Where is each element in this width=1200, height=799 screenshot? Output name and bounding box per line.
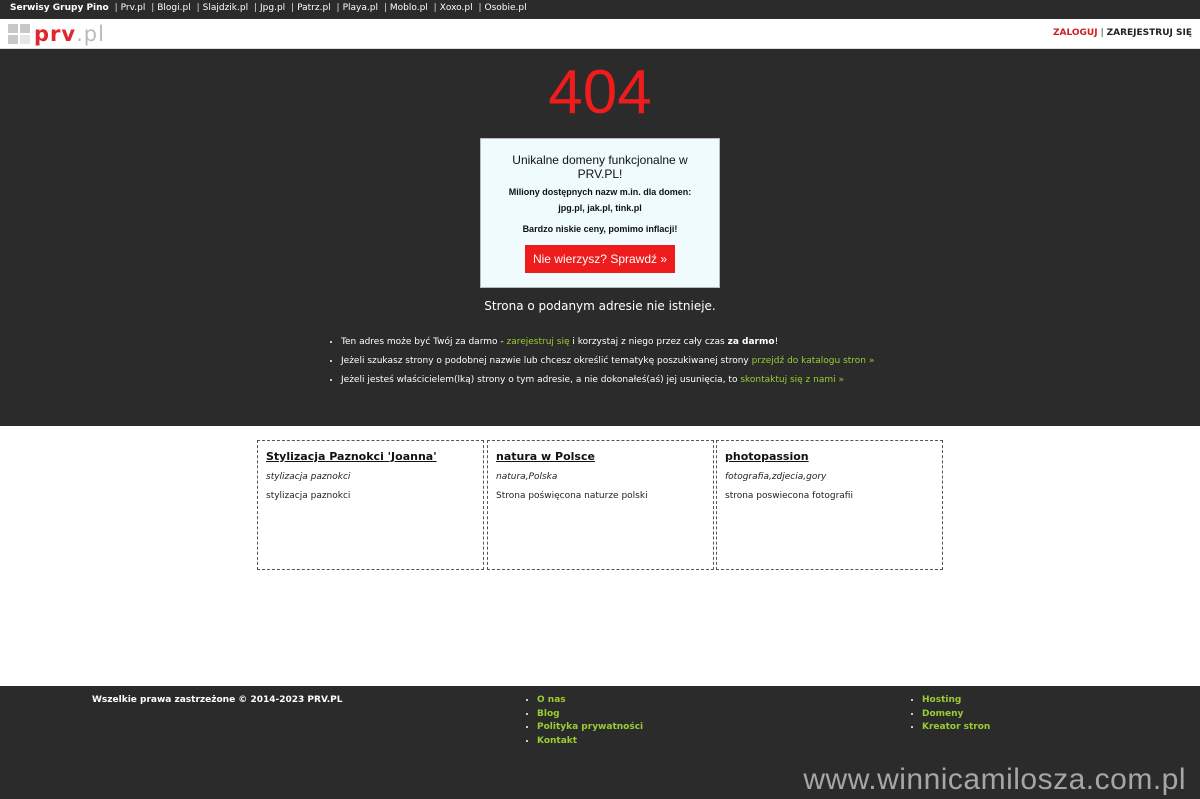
site-card-description: Strona poświęcona naturze polski bbox=[496, 491, 648, 501]
error-code: 404 bbox=[548, 58, 652, 127]
network-link-patrz[interactable]: Patrz.pl bbox=[297, 3, 331, 13]
footer-link-hosting[interactable]: Hosting bbox=[922, 695, 961, 705]
network-link-prv[interactable]: Prv.pl bbox=[121, 3, 146, 13]
promo-subline: Miliony dostępnych nazw m.in. dla domen: bbox=[508, 187, 692, 197]
promo-price-note: Bardzo niskie ceny, pomimo inflacji! bbox=[522, 224, 678, 234]
footer-link-about[interactable]: O nas bbox=[537, 695, 566, 705]
domain-watermark: www.winnicamilosza.com.pl bbox=[803, 763, 1186, 796]
prv-logo[interactable]: prv.pl bbox=[8, 23, 105, 45]
footer-link-contact[interactable]: Kontakt bbox=[537, 736, 577, 746]
register-free-link[interactable]: zarejestruj się bbox=[506, 337, 569, 347]
not-found-message: Strona o podanym adresie nie istnieje. bbox=[484, 299, 716, 313]
network-link-moblo[interactable]: Moblo.pl bbox=[390, 3, 428, 13]
network-link-playa[interactable]: Playa.pl bbox=[343, 3, 378, 13]
site-footer: Wszelkie prawa zastrzeżone © 2014-2023 P… bbox=[0, 686, 1200, 799]
network-link-blogi[interactable]: Blogi.pl bbox=[157, 3, 190, 13]
register-link[interactable]: ZAREJESTRUJ SIĘ bbox=[1107, 28, 1192, 38]
footer-link-site-builder[interactable]: Kreator stron bbox=[922, 722, 990, 732]
footer-link-blog[interactable]: Blog bbox=[537, 709, 560, 719]
login-link[interactable]: ZALOGUJ bbox=[1053, 28, 1098, 38]
auth-links: ZALOGUJ | ZAREJESTRUJ SIĘ bbox=[1052, 28, 1192, 38]
network-link-xoxo[interactable]: Xoxo.pl bbox=[440, 3, 473, 13]
logo-wordmark: prv.pl bbox=[34, 22, 105, 46]
promo-domains: jpg.pl, jak.pl, tink.pl bbox=[558, 203, 642, 213]
site-card-description: strona poswiecona fotografii bbox=[725, 491, 853, 501]
tips-list: Ten adres może być Twój za darmo - zarej… bbox=[328, 333, 874, 390]
logo-mark-icon bbox=[8, 24, 30, 44]
site-card-tags: fotografia,zdjecia,gory bbox=[725, 472, 827, 482]
footer-link-privacy[interactable]: Polityka prywatności bbox=[537, 722, 643, 732]
footer-links-primary: O nas Blog Polityka prywatności Kontakt bbox=[523, 694, 643, 748]
network-link-osobie[interactable]: Osobie.pl bbox=[485, 3, 527, 13]
site-card-tags: stylizacja paznokci bbox=[266, 472, 351, 482]
site-card: photopassion fotografia,zdjecia,gory str… bbox=[716, 440, 943, 570]
tip-item: Jeżeli szukasz strony o podobnej nazwie … bbox=[341, 352, 874, 371]
footer-links-services: Hosting Domeny Kreator stron bbox=[908, 694, 990, 735]
site-header: prv.pl ZALOGUJ | ZAREJESTRUJ SIĘ bbox=[0, 19, 1200, 49]
site-card: natura w Polsce natura,Polska Strona poś… bbox=[487, 440, 714, 570]
site-card-description: stylizacja paznokci bbox=[266, 491, 351, 501]
site-card: Stylizacja Paznokci 'Joanna' stylizacja … bbox=[257, 440, 484, 570]
site-card-title[interactable]: natura w Polsce bbox=[496, 450, 713, 463]
copyright-text: Wszelkie prawa zastrzeżone © 2014-2023 P… bbox=[92, 695, 343, 705]
tip-item: Jeżeli jesteś właścicielem(lką) strony o… bbox=[341, 371, 874, 390]
domain-promo-box: Unikalne domeny funkcjonalne w PRV.PL! M… bbox=[480, 138, 720, 288]
tip-item: Ten adres może być Twój za darmo - zarej… bbox=[341, 333, 874, 352]
site-card-tags: natura,Polska bbox=[496, 472, 558, 482]
catalog-link[interactable]: przejdź do katalogu stron » bbox=[752, 356, 875, 366]
site-card-title[interactable]: photopassion bbox=[725, 450, 942, 463]
network-link-slajdzik[interactable]: Slajdzik.pl bbox=[203, 3, 248, 13]
promo-check-button[interactable]: Nie wierzysz? Sprawdź » bbox=[524, 245, 676, 273]
site-cards: Stylizacja Paznokci 'Joanna' stylizacja … bbox=[257, 440, 943, 570]
footer-link-domains[interactable]: Domeny bbox=[922, 709, 963, 719]
network-link-jpg[interactable]: Jpg.pl bbox=[260, 3, 285, 13]
error-section: 404 Unikalne domeny funkcjonalne w PRV.P… bbox=[0, 49, 1200, 426]
promo-headline: Unikalne domeny funkcjonalne w PRV.PL! bbox=[512, 153, 688, 181]
site-card-title[interactable]: Stylizacja Paznokci 'Joanna' bbox=[266, 450, 483, 463]
network-bar: Serwisy Grupy Pino | Prv.pl | Blogi.pl | Sl… bbox=[0, 0, 1200, 19]
contact-link[interactable]: skontaktuj się z nami » bbox=[740, 375, 844, 385]
network-brand: Serwisy Grupy Pino bbox=[10, 3, 109, 13]
